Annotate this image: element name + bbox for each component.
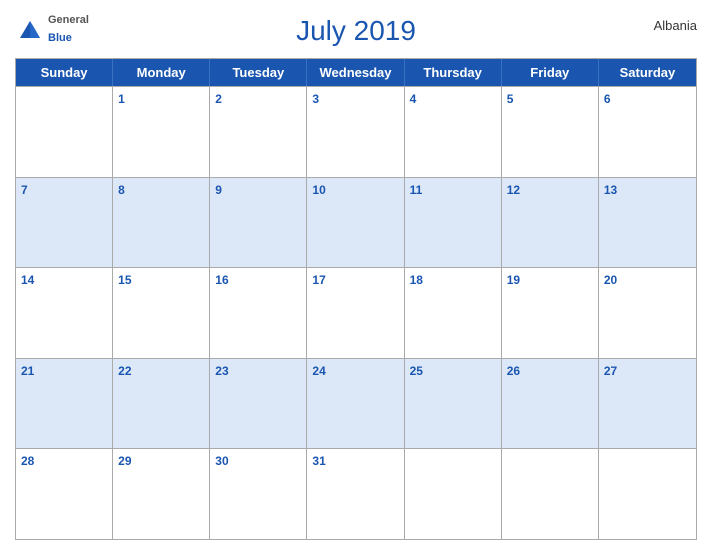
day-number: 20 [604, 273, 617, 287]
header: General Blue July 2019 Albania [15, 10, 697, 52]
week-row-5: 28 29 30 31 [16, 448, 696, 539]
day-number: 19 [507, 273, 520, 287]
day-number: 12 [507, 183, 520, 197]
cal-cell-2-6: 20 [599, 268, 696, 358]
day-number: 24 [312, 364, 325, 378]
day-number: 15 [118, 273, 131, 287]
day-number: 4 [410, 92, 417, 106]
col-monday: Monday [113, 59, 210, 86]
day-number: 5 [507, 92, 514, 106]
col-wednesday: Wednesday [307, 59, 404, 86]
cal-cell-3-1: 22 [113, 359, 210, 449]
day-number: 31 [312, 454, 325, 468]
week-row-4: 21 22 23 24 25 26 27 [16, 358, 696, 449]
calendar-body: 1234567891011121314151617181920212223242… [16, 86, 696, 539]
cal-cell-0-1: 1 [113, 87, 210, 177]
day-number: 29 [118, 454, 131, 468]
cal-cell-1-1: 8 [113, 178, 210, 268]
cal-cell-1-3: 10 [307, 178, 404, 268]
country-label: Albania [654, 18, 697, 33]
col-thursday: Thursday [405, 59, 502, 86]
day-number: 10 [312, 183, 325, 197]
calendar-title: July 2019 [296, 15, 416, 47]
logo: General Blue [15, 10, 89, 46]
cal-cell-4-4 [405, 449, 502, 539]
day-number: 13 [604, 183, 617, 197]
day-number: 26 [507, 364, 520, 378]
day-number: 22 [118, 364, 131, 378]
cal-cell-2-0: 14 [16, 268, 113, 358]
cal-cell-1-5: 12 [502, 178, 599, 268]
day-number: 28 [21, 454, 34, 468]
day-number: 21 [21, 364, 34, 378]
col-sunday: Sunday [16, 59, 113, 86]
cal-cell-1-4: 11 [405, 178, 502, 268]
cal-cell-4-6 [599, 449, 696, 539]
cal-cell-0-0 [16, 87, 113, 177]
day-number: 18 [410, 273, 423, 287]
week-row-1: 1 2 3 4 5 6 [16, 86, 696, 177]
logo-icon [15, 13, 45, 43]
day-number: 8 [118, 183, 125, 197]
calendar-grid: Sunday Monday Tuesday Wednesday Thursday… [15, 58, 697, 540]
day-number: 16 [215, 273, 228, 287]
cal-cell-2-5: 19 [502, 268, 599, 358]
week-row-2: 7 8 9 10 11 12 13 [16, 177, 696, 268]
cal-cell-1-6: 13 [599, 178, 696, 268]
cal-cell-4-0: 28 [16, 449, 113, 539]
cal-cell-0-6: 6 [599, 87, 696, 177]
logo-text: General Blue [48, 10, 89, 46]
cal-cell-0-2: 2 [210, 87, 307, 177]
cal-cell-2-2: 16 [210, 268, 307, 358]
day-number: 6 [604, 92, 611, 106]
col-friday: Friday [502, 59, 599, 86]
cal-cell-4-1: 29 [113, 449, 210, 539]
cal-cell-4-3: 31 [307, 449, 404, 539]
day-number: 1 [118, 92, 125, 106]
cal-cell-2-4: 18 [405, 268, 502, 358]
cal-cell-3-2: 23 [210, 359, 307, 449]
cal-cell-0-5: 5 [502, 87, 599, 177]
cal-cell-2-1: 15 [113, 268, 210, 358]
day-number: 7 [21, 183, 28, 197]
calendar-header-row: Sunday Monday Tuesday Wednesday Thursday… [16, 59, 696, 86]
col-saturday: Saturday [599, 59, 696, 86]
day-number: 11 [410, 183, 423, 197]
day-number: 9 [215, 183, 222, 197]
cal-cell-3-5: 26 [502, 359, 599, 449]
day-number: 3 [312, 92, 319, 106]
cal-cell-3-4: 25 [405, 359, 502, 449]
cal-cell-3-3: 24 [307, 359, 404, 449]
col-tuesday: Tuesday [210, 59, 307, 86]
cal-cell-4-2: 30 [210, 449, 307, 539]
day-number: 14 [21, 273, 34, 287]
week-row-3: 14 15 16 17 18 19 20 [16, 267, 696, 358]
cal-cell-0-3: 3 [307, 87, 404, 177]
cal-cell-3-0: 21 [16, 359, 113, 449]
day-number: 25 [410, 364, 423, 378]
cal-cell-4-5 [502, 449, 599, 539]
cal-cell-1-2: 9 [210, 178, 307, 268]
day-number: 2 [215, 92, 222, 106]
day-number: 27 [604, 364, 617, 378]
cal-cell-3-6: 27 [599, 359, 696, 449]
day-number: 17 [312, 273, 325, 287]
cal-cell-2-3: 17 [307, 268, 404, 358]
logo-general-text: General [48, 14, 89, 26]
cal-cell-1-0: 7 [16, 178, 113, 268]
cal-cell-0-4: 4 [405, 87, 502, 177]
day-number: 23 [215, 364, 228, 378]
day-number: 30 [215, 454, 228, 468]
calendar-page: General Blue July 2019 Albania Sunday Mo… [0, 0, 712, 550]
logo-blue-text: Blue [48, 32, 72, 44]
